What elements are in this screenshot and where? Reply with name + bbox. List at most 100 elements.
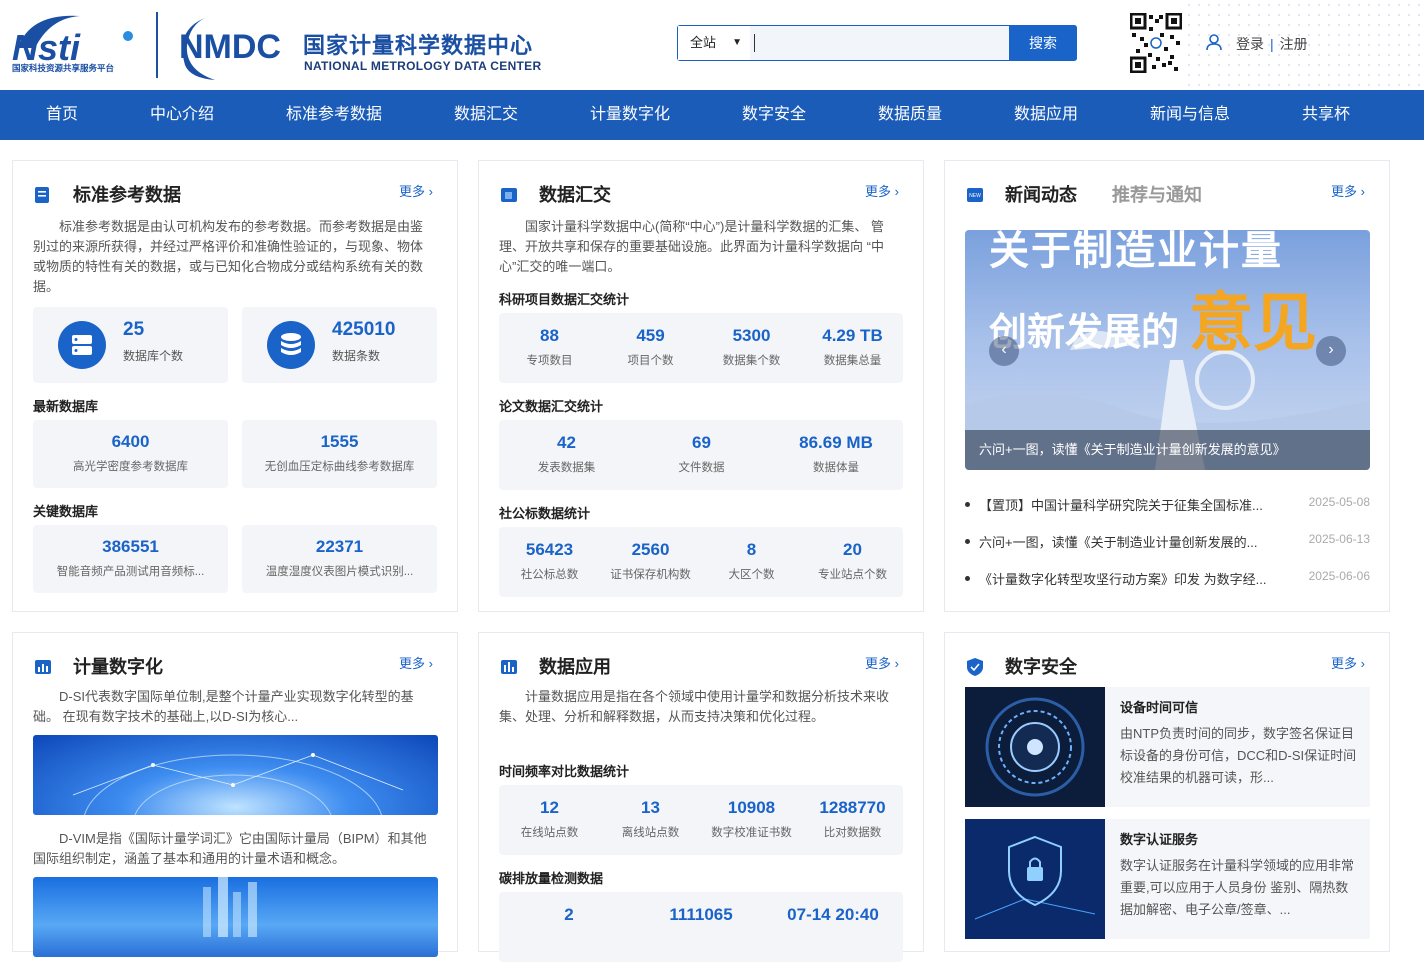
stat-label: 数据集个数 — [722, 355, 781, 367]
site-header: Nsti 国家科技资源共享服务平台 NMDC 国家计量科学数据中心 NATION… — [0, 0, 1424, 90]
news-item-date: 2025-06-13 — [1308, 532, 1370, 546]
news-more-link[interactable]: 更多 › — [1331, 181, 1365, 200]
stat-value: 69 — [692, 433, 711, 452]
nmdc-logo[interactable]: NMDC — [175, 10, 295, 80]
banner-headline-1: 关于制造业计量 — [989, 230, 1283, 276]
qr-code-icon — [1130, 13, 1182, 73]
nav-item-collect[interactable]: 数据汇交 — [454, 90, 518, 140]
research-stats-label: 科研项目数据汇交统计 — [499, 292, 630, 307]
std-more-link[interactable]: 更多 › — [399, 181, 433, 200]
news-tab-notice[interactable]: 推荐与通知 — [1112, 181, 1202, 207]
paper-stats-label: 论文数据汇交统计 — [499, 399, 604, 414]
db-count-box[interactable]: 25 数据库个数 — [33, 307, 228, 383]
svg-text:NEW: NEW — [969, 193, 981, 199]
chevron-down-icon: ▼ — [732, 37, 742, 48]
news-item[interactable]: 【置顶】中国计量科学研究院关于征集全国标准... 2025-05-08 — [965, 495, 1370, 515]
nsti-logo-text: Nsti — [12, 27, 81, 68]
register-link[interactable]: 注册 — [1280, 36, 1308, 52]
key-db-item[interactable]: 22371 温度湿度仪表图片模式识别... — [242, 525, 437, 593]
nav-item-share-cup[interactable]: 共享杯 — [1302, 90, 1350, 140]
collect-desc: 国家计量科学数据中心(简称“中心”)是计量科学数据的汇集、 管理、开放共享和保存… — [499, 219, 884, 274]
nsti-logo[interactable]: Nsti 国家科技资源共享服务平台 — [10, 8, 145, 80]
banner-line-1: 关于制造业计量 — [989, 230, 1283, 273]
news-tab-active[interactable]: 新闻动态 — [1005, 181, 1077, 207]
stat-value: 07-14 20:40 — [787, 905, 879, 924]
banner-next-arrow-icon[interactable]: › — [1316, 336, 1346, 366]
key-db-num: 386551 — [102, 537, 159, 556]
research-stats-box: 88 专项数目 459 项目个数 5300 数据集个数 4.29 TB 数据集总量 — [499, 313, 903, 383]
stat-label: 项目个数 — [627, 355, 674, 367]
search-button[interactable]: 搜索 — [1009, 25, 1077, 61]
login-link[interactable]: 登录 — [1236, 36, 1264, 52]
digital-si-image[interactable] — [33, 735, 438, 815]
stat-value: 5300 — [732, 326, 771, 345]
logo-separator — [156, 12, 158, 78]
collect-more-link[interactable]: 更多 › — [865, 181, 899, 200]
key-db-item[interactable]: 386551 智能音频产品测试用音频标... — [33, 525, 228, 593]
app-card-title: 数据应用 — [539, 657, 611, 677]
news-item-title: 《计量数字化转型攻坚行动方案》印发 为数字经... — [979, 572, 1267, 587]
globe-network-illustration — [72, 753, 404, 815]
news-banner[interactable]: 关于制造业计量 创新发展的 意见 ‹ › 六问+一图，读懂《关于制造业计量创新发展… — [965, 230, 1370, 470]
app-desc: 计量数据应用是指在各个领域中使用计量学和数据分析技术来收集、处理、分析和解释数据… — [499, 689, 890, 724]
stat-value: 10908 — [727, 798, 776, 817]
bullet-icon — [965, 502, 970, 507]
app-more-link[interactable]: 更多 › — [865, 653, 899, 672]
collect-card: 数据汇交 更多 › 国家计量科学数据中心(简称“中心”)是计量科学数据的汇集、 … — [478, 160, 924, 612]
digital-card: 计量数字化 更多 › D-SI代表数字国际单位制,是整个计量产业实现数字化转型的… — [12, 632, 458, 957]
security-item[interactable]: 设备时间可信 由NTP负责时间的同步，数字签名保证目标设备的身份可信，DCC和D… — [965, 687, 1370, 807]
bullet-icon — [965, 539, 970, 544]
shield-icon — [967, 658, 983, 676]
nav-item-std-data[interactable]: 标准参考数据 — [286, 90, 382, 140]
carbon-stats-box: 2 1111065 07-14 20:40 — [499, 892, 903, 962]
folder-icon — [501, 188, 517, 202]
auth-links: 登录 | 注册 — [1236, 34, 1308, 54]
social-stats-label: 社公标数据统计 — [499, 506, 591, 521]
latest-db-label-text: 无创血压定标曲线参考数据库 — [264, 461, 415, 473]
latest-db-label-text: 高光学密度参考数据库 — [73, 461, 188, 473]
carbon-stats-label: 碳排放量检测数据 — [499, 871, 604, 886]
user-icon[interactable] — [1205, 33, 1223, 51]
nav-item-digital[interactable]: 计量数字化 — [590, 90, 670, 140]
stat-label: 专项数目 — [526, 355, 573, 367]
search-scope-select[interactable]: 全站 ▼ — [678, 26, 750, 60]
news-card: NEW 新闻动态 推荐与通知 更多 › 关于制造业计量 创新发展的 意见 ‹ › … — [944, 160, 1390, 612]
nav-item-quality[interactable]: 数据质量 — [878, 90, 942, 140]
stat-value: 42 — [557, 433, 576, 452]
social-stats-box: 56423 社公标总数 2560 证书保存机构数 8 大区个数 20 专业站点个数 — [499, 527, 903, 597]
std-card-title: 标准参考数据 — [73, 185, 181, 205]
latest-db-item[interactable]: 6400 高光学密度参考数据库 — [33, 420, 228, 488]
stat-value: 2560 — [631, 540, 670, 559]
news-item-title: 【置顶】中国计量科学研究院关于征集全国标准... — [979, 498, 1263, 513]
latest-db-item[interactable]: 1555 无创血压定标曲线参考数据库 — [242, 420, 437, 488]
time-freq-stats-label: 时间频率对比数据统计 — [499, 764, 630, 779]
search-input[interactable] — [756, 26, 1006, 60]
stat-value: 86.69 MB — [799, 433, 873, 452]
stat-value: 1111065 — [669, 905, 733, 924]
db-count-value: 25 — [123, 319, 145, 340]
search-scope-value: 全站 — [690, 35, 717, 50]
digital-more-link[interactable]: 更多 › — [399, 653, 433, 672]
stat-label: 数据体量 — [813, 462, 859, 474]
news-item[interactable]: 《计量数字化转型攻坚行动方案》印发 为数字经... 2025-06-06 — [965, 569, 1370, 589]
nav-item-security[interactable]: 数字安全 — [742, 90, 806, 140]
text-caret — [754, 34, 755, 52]
nav-item-about[interactable]: 中心介绍 — [150, 90, 214, 140]
banner-caption[interactable]: 六问+一图，读懂《关于制造业计量创新发展的意见》 — [965, 430, 1370, 470]
security-more-link[interactable]: 更多 › — [1331, 653, 1365, 672]
paper-stats-box: 42 发表数据集 69 文件数据 86.69 MB 数据体量 — [499, 420, 903, 490]
stat-label: 证书保存机构数 — [610, 569, 691, 581]
news-item[interactable]: 六问+一图，读懂《关于制造业计量创新发展的... 2025-06-13 — [965, 532, 1370, 552]
site-title-en: NATIONAL METROLOGY DATA CENTER — [304, 59, 542, 73]
nav-item-home[interactable]: 首页 — [46, 90, 78, 140]
news-item-date: 2025-06-06 — [1308, 569, 1370, 583]
nav-item-application[interactable]: 数据应用 — [1014, 90, 1078, 140]
std-desc: 标准参考数据是由认可机构发布的参考数据。而参考数据是由鉴别过的来源所获得，并经过… — [33, 219, 424, 294]
latest-db-num: 1555 — [320, 432, 359, 451]
security-item[interactable]: 数字认证服务 数字认证服务在计量科学领域的应用非常重要,可以应用于人员身份 鉴别… — [965, 819, 1370, 939]
nav-item-news[interactable]: 新闻与信息 — [1150, 90, 1230, 140]
stat-label: 比对数据数 — [823, 827, 882, 839]
banner-prev-arrow-icon[interactable]: ‹ — [989, 336, 1019, 366]
digital-vim-image[interactable] — [33, 877, 438, 957]
record-count-box[interactable]: 425010 数据条数 — [242, 307, 437, 383]
